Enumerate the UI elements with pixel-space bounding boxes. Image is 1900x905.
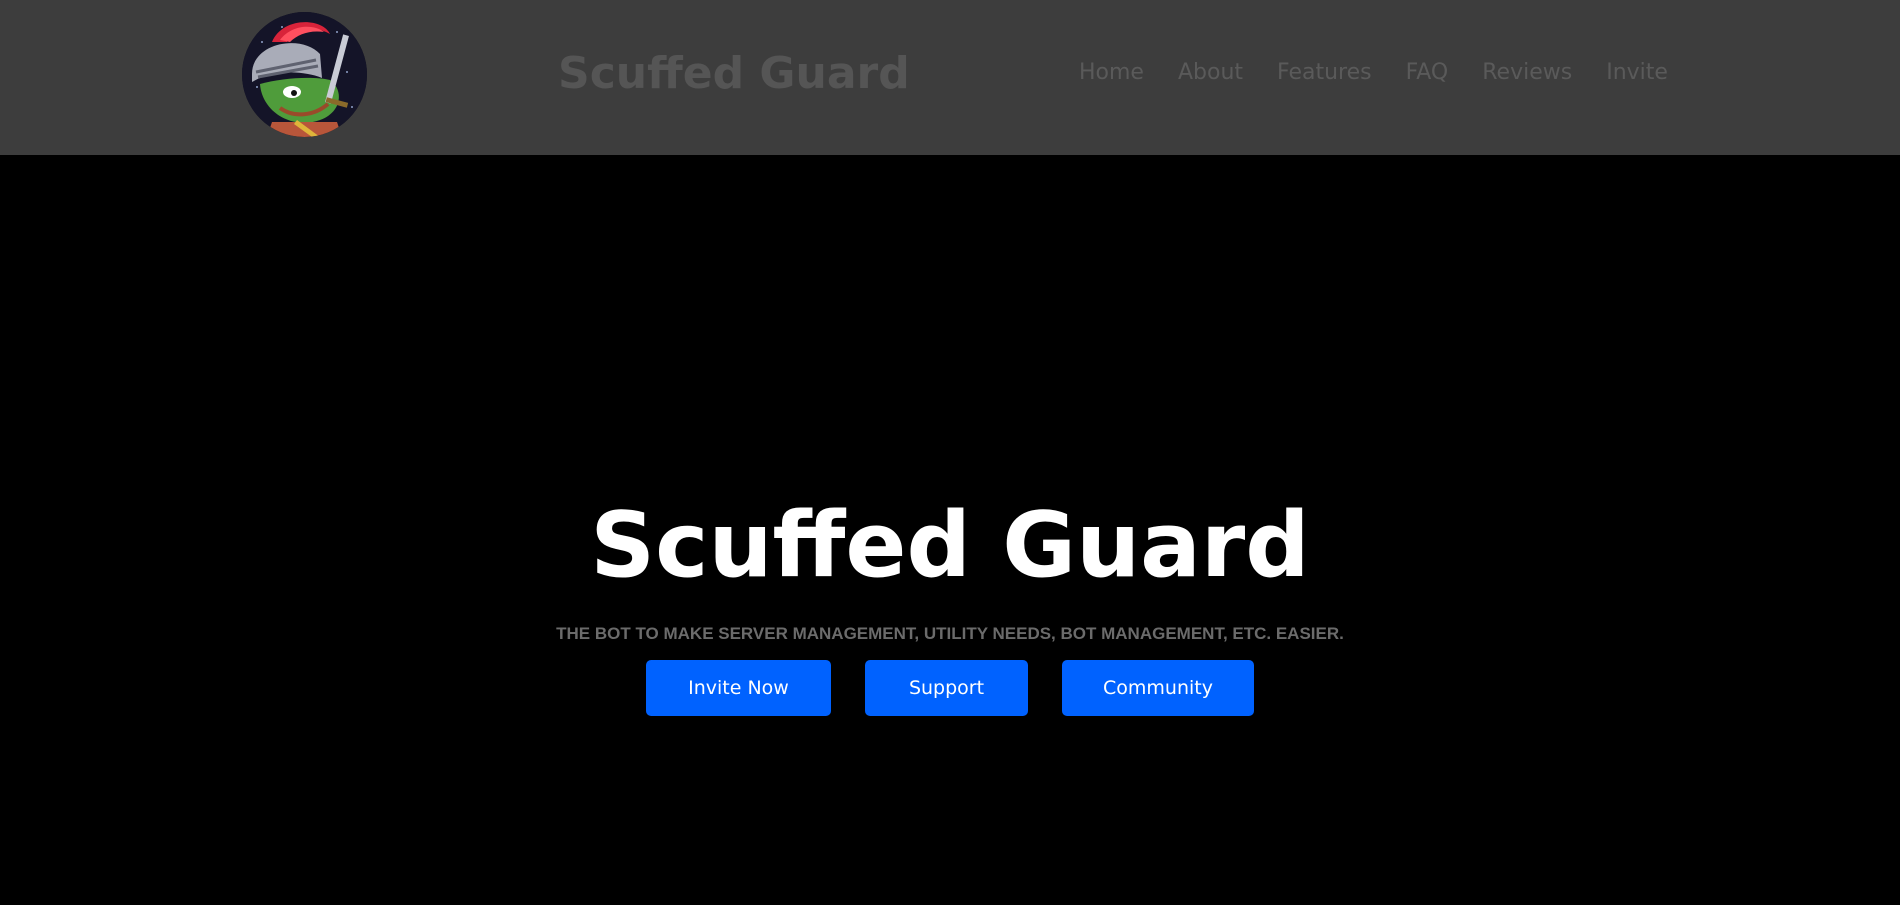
community-button[interactable]: Community [1062, 660, 1254, 716]
invite-now-button[interactable]: Invite Now [646, 660, 831, 716]
hero-subtitle: THE BOT TO MAKE SERVER MANAGEMENT, UTILI… [556, 624, 1344, 643]
nav-about[interactable]: About [1178, 58, 1243, 88]
site-header: Scuffed Guard Home About Features FAQ Re… [0, 0, 1900, 155]
nav-faq[interactable]: FAQ [1406, 58, 1449, 88]
nav-home[interactable]: Home [1079, 58, 1144, 88]
nav-features[interactable]: Features [1277, 58, 1372, 88]
hero-title: Scuffed Guard [590, 493, 1310, 598]
main-nav: Home About Features FAQ Reviews Invite [1079, 58, 1668, 88]
support-button[interactable]: Support [865, 660, 1028, 716]
brand-title[interactable]: Scuffed Guard [558, 46, 910, 102]
logo-avatar[interactable] [242, 12, 367, 137]
knight-frog-avatar-icon [242, 12, 367, 137]
nav-invite[interactable]: Invite [1606, 58, 1668, 88]
nav-reviews[interactable]: Reviews [1482, 58, 1572, 88]
hero-cta-group: Invite Now Support Community [0, 660, 1900, 716]
